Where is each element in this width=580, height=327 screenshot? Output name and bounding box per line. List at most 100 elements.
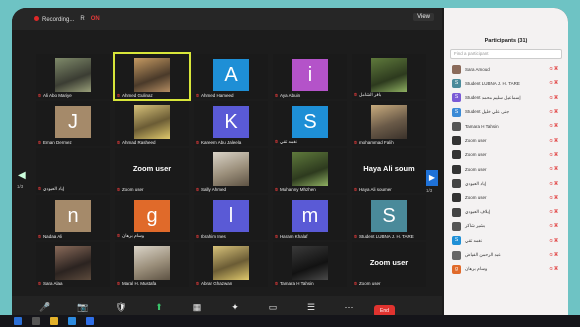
- participant-row-name: عبد الرحمن الفياض: [465, 252, 501, 257]
- participant-name: Haram Khalaf: [279, 234, 308, 239]
- video-tile[interactable]: ⦸ Sally Ahmed: [194, 148, 268, 193]
- participant-row[interactable]: g وسام برهان ⦸ ▣: [444, 262, 568, 276]
- video-tile[interactable]: ⦸ Abrar Ghazwan: [194, 242, 268, 287]
- muted-video-off-icon: ⦸ ▣: [549, 209, 558, 216]
- participant-row[interactable]: Zoom user ⦸ ▣: [444, 133, 568, 147]
- summary-icon: ▦: [192, 302, 202, 312]
- participant-row[interactable]: إياد العبودي ⦸ ▣: [444, 176, 568, 190]
- tile-name-label: ⦸ Aya Abuin: [275, 93, 345, 98]
- recording-dot-icon: [34, 15, 39, 21]
- participant-row[interactable]: Zoom user ⦸ ▣: [444, 162, 568, 176]
- participant-name: Ahmad Rasheed: [121, 140, 156, 145]
- folder-icon[interactable]: [50, 317, 58, 325]
- participant-name-large: Zoom user: [132, 164, 172, 173]
- participant-avatar: [452, 150, 461, 160]
- video-tile[interactable]: K ⦸ Kareem Abu Jaleela: [194, 101, 268, 146]
- participant-name: Haya Ali soumer: [358, 187, 392, 192]
- browser-icon[interactable]: [68, 317, 76, 325]
- tile-name-label: ⦸ وسام برهان: [117, 233, 187, 239]
- participant-search-input[interactable]: Find a participant: [450, 49, 562, 59]
- video-tile[interactable]: g ⦸ وسام برهان: [115, 195, 189, 240]
- prev-page-arrow[interactable]: ◀: [18, 170, 26, 181]
- participant-name: Aya Abuin: [279, 93, 301, 98]
- video-tile[interactable]: Zoom user ⦸ Zoom user: [352, 242, 426, 287]
- start-icon[interactable]: [14, 317, 22, 325]
- mic-muted-icon: ⦸: [117, 187, 120, 192]
- video-tile[interactable]: S ⦸ Student LUBNA J. H. TARE: [352, 195, 426, 240]
- video-tile[interactable]: ⦸ Maral H. Mustafa: [115, 242, 189, 287]
- zoom-app-icon[interactable]: [86, 317, 94, 325]
- video-tile[interactable]: S ⦸ نغمه تقي: [273, 101, 347, 146]
- video-tile[interactable]: ⦸ Sara Alaa: [36, 242, 110, 287]
- tile-name-label: ⦸ Ali Abo Mariye: [38, 93, 108, 98]
- shield-icon: 🛡: [115, 302, 127, 312]
- view-button[interactable]: View: [413, 13, 434, 21]
- video-tile[interactable]: ⦸ باقر الشامل: [352, 54, 426, 99]
- video-tile[interactable]: Zoom user ⦸ Zoom user: [115, 148, 189, 193]
- video-tile[interactable]: ⦸ Ahmed Gulinaz: [113, 52, 191, 101]
- tile-name-label: ⦸ Abrar Ghazwan: [196, 281, 266, 286]
- video-tile[interactable]: ⦸ إياد العبودي: [36, 148, 110, 193]
- video-tile[interactable]: ⦸ Ali Abo Mariye: [36, 54, 110, 99]
- participant-row[interactable]: إيلاف العبودي ⦸ ▣: [444, 205, 568, 219]
- participant-name: نغمه تقي: [279, 139, 297, 144]
- tile-name-label: ⦸ Ahmed Hameed: [196, 93, 266, 98]
- video-tile[interactable]: Haya Ali soum ⦸ Haya Ali soumer: [352, 148, 426, 193]
- participant-row[interactable]: عبد الرحمن الفياض ⦸ ▣: [444, 248, 568, 262]
- video-tile[interactable]: A ⦸ Ahmed Hameed: [194, 54, 268, 99]
- mic-muted-icon: ⦸: [354, 234, 357, 239]
- video-tile[interactable]: J ⦸ Eman Dermez: [36, 101, 110, 146]
- participant-name: Muhanny Mhzhen: [279, 187, 316, 192]
- participant-row[interactable]: بشير شاكر ⦸ ▣: [444, 219, 568, 233]
- video-tile[interactable]: i ⦸ Aya Abuin: [273, 54, 347, 99]
- mic-muted-icon: ⦸: [38, 186, 41, 191]
- video-tile[interactable]: m ⦸ Haram Khalaf: [273, 195, 347, 240]
- participant-avatar: S: [452, 236, 461, 246]
- muted-video-off-icon: ⦸ ▣: [549, 66, 558, 73]
- search-icon[interactable]: [32, 317, 40, 325]
- participant-avatar: [452, 193, 461, 203]
- video-tile[interactable]: ⦸ mohammad Falih: [352, 101, 426, 146]
- participant-avatar: i: [292, 59, 328, 91]
- participant-row[interactable]: Zoom user ⦸ ▣: [444, 148, 568, 162]
- more-icon: ⋯: [344, 302, 354, 312]
- recording-indicator[interactable]: Recording...: [34, 15, 74, 23]
- muted-video-off-icon: ⦸ ▣: [549, 223, 558, 230]
- tile-name-label: ⦸ نغمه تقي: [275, 139, 345, 145]
- tile-name-label: ⦸ Nadaa Ali: [38, 234, 108, 239]
- video-tile[interactable]: ⦸ Muhanny Mhzhen: [273, 148, 347, 193]
- participant-name: وسام برهان: [121, 233, 145, 238]
- participant-avatar: [452, 250, 461, 260]
- next-page-arrow[interactable]: ▶: [426, 170, 438, 186]
- participant-row-name: Zoom user: [465, 166, 487, 172]
- participant-name: Abrar Ghazwan: [200, 281, 233, 286]
- participant-avatar: [452, 121, 461, 131]
- tile-name-label: ⦸ Muhanny Mhzhen: [275, 187, 345, 192]
- muted-video-off-icon: ⦸ ▣: [549, 252, 558, 258]
- mic-muted-icon: ⦸: [354, 281, 357, 286]
- participant-row[interactable]: S Student إسماعيل سليم محمد ⦸ ▣: [444, 91, 568, 105]
- participant-avatar: S: [292, 106, 328, 138]
- tile-name-label: ⦸ mohammad Falih: [354, 140, 424, 145]
- participant-avatar: g: [134, 200, 170, 232]
- muted-video-off-icon: ⦸ ▣: [549, 80, 558, 87]
- participant-row[interactable]: S نغمه تقي ⦸ ▣: [444, 234, 568, 248]
- participant-row[interactable]: S Student جنى علي خليل ⦸ ▣: [444, 105, 568, 119]
- video-tile[interactable]: l ⦸ Ibrahim Ines: [194, 195, 268, 240]
- video-tile[interactable]: ⦸ Ahmad Rasheed: [115, 101, 189, 146]
- participant-name: Sara Alaa: [42, 281, 63, 286]
- participant-row-name: Student إسماعيل سليم محمد: [465, 94, 521, 100]
- participant-avatar: g: [452, 264, 461, 274]
- participant-row[interactable]: Sara Amoud ⦸ ▣: [444, 62, 568, 76]
- participant-row[interactable]: Tamara H Tahsin ⦸ ▣: [444, 119, 568, 133]
- tile-name-label: ⦸ إياد العبودي: [38, 186, 108, 192]
- participant-photo: [213, 246, 249, 280]
- zoom-window: Recording... R ON View ◀ 1/3 ▶ 1/3 ⦸ Ali …: [12, 8, 568, 326]
- participant-avatar: S: [452, 107, 461, 117]
- video-tile[interactable]: ⦸ Tamara H Tahsin: [273, 242, 347, 287]
- video-tile[interactable]: n ⦸ Nadaa Ali: [36, 195, 110, 240]
- participant-row[interactable]: Zoom user ⦸ ▣: [444, 191, 568, 205]
- participant-row-name: وسام برهان: [465, 266, 488, 272]
- whiteboard-icon: ▭: [268, 302, 278, 312]
- participant-row[interactable]: S Student LUBNA J. H. TARE ⦸ ▣: [444, 76, 568, 90]
